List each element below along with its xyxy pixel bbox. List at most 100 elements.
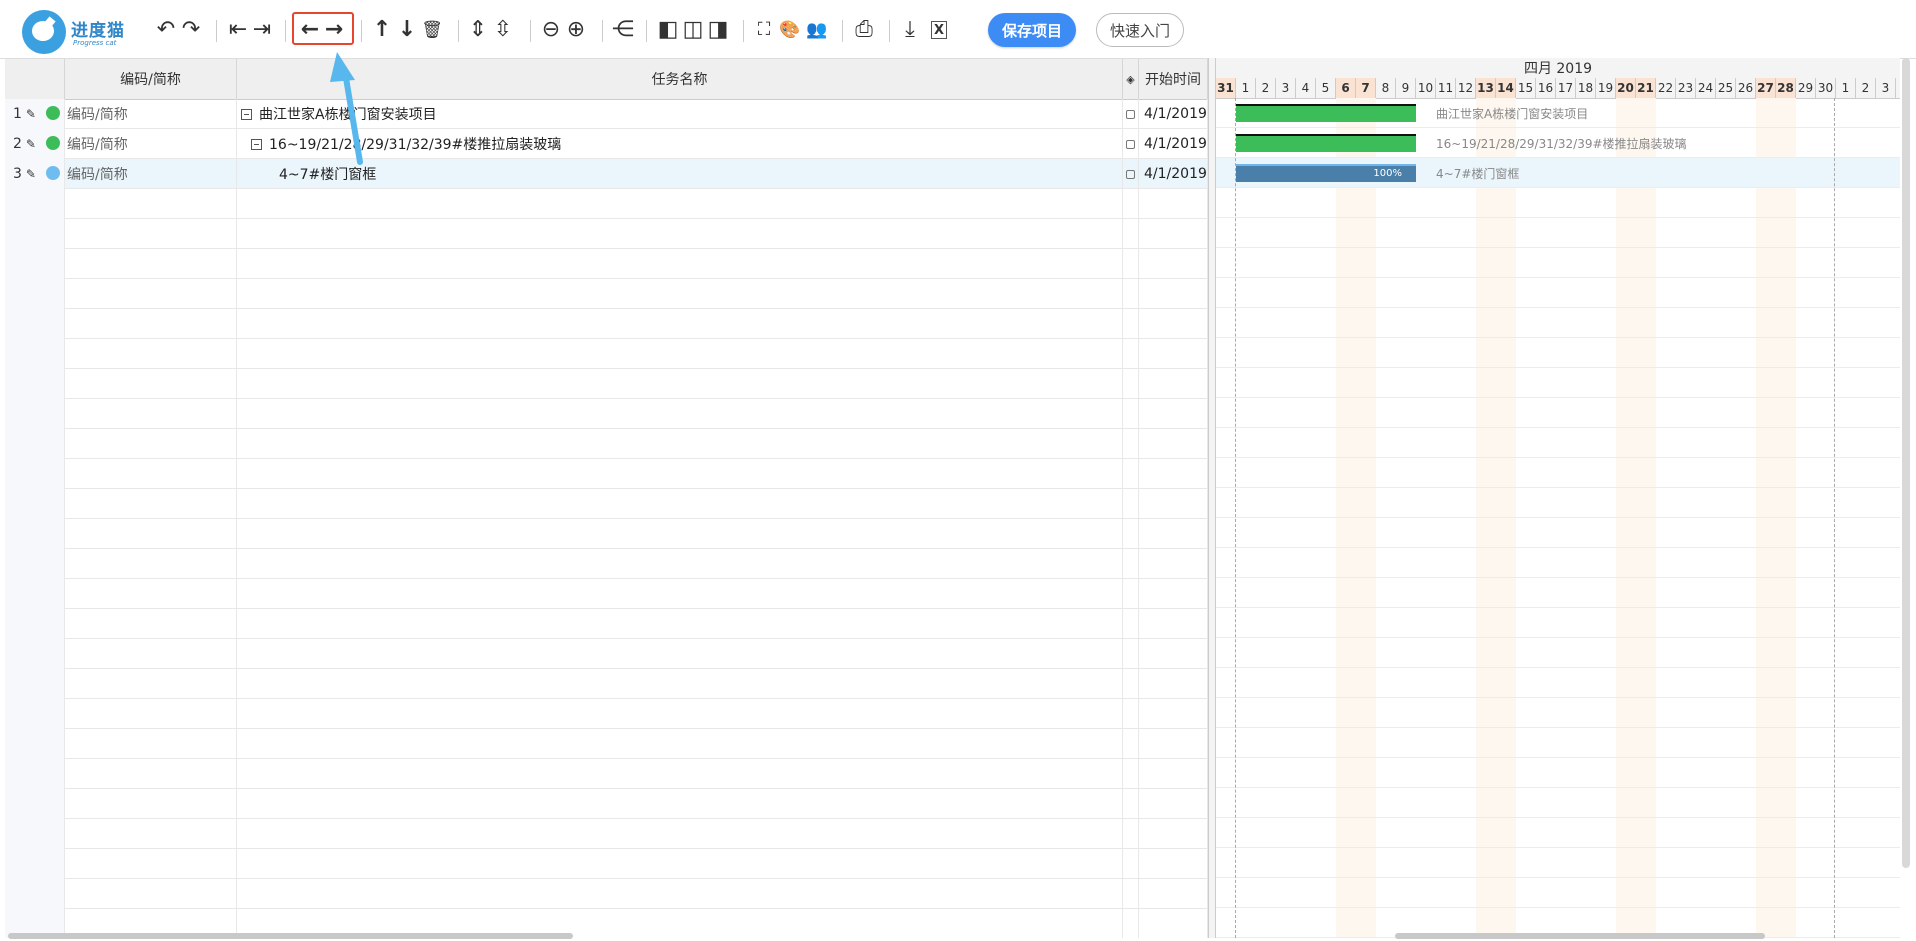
- print-icon[interactable]: ⎙: [852, 17, 876, 43]
- milestone-cell[interactable]: [1123, 639, 1139, 669]
- table-row[interactable]: [5, 789, 1208, 819]
- code-cell[interactable]: [65, 519, 237, 549]
- start-date-cell[interactable]: [1139, 489, 1208, 519]
- task-bar[interactable]: [1236, 104, 1416, 122]
- milestone-cell[interactable]: [1123, 279, 1139, 309]
- task-name-cell[interactable]: [237, 789, 1123, 819]
- milestone-cell[interactable]: [1123, 729, 1139, 759]
- milestone-cell[interactable]: [1123, 249, 1139, 279]
- milestone-cell[interactable]: [1123, 159, 1139, 189]
- code-cell[interactable]: [65, 759, 237, 789]
- task-name-cell[interactable]: [237, 759, 1123, 789]
- task-name-cell[interactable]: [237, 189, 1123, 219]
- milestone-cell[interactable]: [1123, 819, 1139, 849]
- start-date-cell[interactable]: [1139, 369, 1208, 399]
- milestone-cell[interactable]: [1123, 549, 1139, 579]
- start-date-cell[interactable]: [1139, 699, 1208, 729]
- code-cell[interactable]: 编码/简称: [65, 159, 237, 189]
- table-row[interactable]: [5, 519, 1208, 549]
- code-cell[interactable]: [65, 729, 237, 759]
- code-cell[interactable]: [65, 309, 237, 339]
- table-row[interactable]: [5, 369, 1208, 399]
- milestone-cell[interactable]: [1123, 579, 1139, 609]
- start-date-cell[interactable]: 4/1/2019: [1139, 129, 1208, 159]
- start-date-cell[interactable]: [1139, 789, 1208, 819]
- start-date-cell[interactable]: [1139, 729, 1208, 759]
- task-name-cell[interactable]: [237, 579, 1123, 609]
- task-name-cell[interactable]: 曲江世家A栋楼门窗安装项目: [237, 99, 1123, 129]
- edit-icon[interactable]: ✎: [26, 167, 36, 181]
- milestone-cell[interactable]: [1123, 879, 1139, 909]
- undo-icon[interactable]: ↶: [154, 17, 178, 43]
- milestone-cell[interactable]: [1123, 99, 1139, 129]
- table-row[interactable]: [5, 429, 1208, 459]
- table-row[interactable]: [5, 819, 1208, 849]
- milestone-cell[interactable]: [1123, 309, 1139, 339]
- task-name-cell[interactable]: [237, 729, 1123, 759]
- table-row[interactable]: [5, 729, 1208, 759]
- start-date-cell[interactable]: [1139, 309, 1208, 339]
- code-cell[interactable]: [65, 699, 237, 729]
- milestone-cell[interactable]: [1123, 399, 1139, 429]
- code-cell[interactable]: [65, 189, 237, 219]
- table-row[interactable]: [5, 309, 1208, 339]
- header-code[interactable]: 编码/简称: [65, 59, 237, 99]
- code-cell[interactable]: [65, 639, 237, 669]
- gantt-horizontal-scrollbar[interactable]: [1395, 933, 1765, 939]
- start-date-cell[interactable]: [1139, 609, 1208, 639]
- task-name-cell[interactable]: [237, 819, 1123, 849]
- zoom-out-icon[interactable]: ⊖: [539, 17, 563, 43]
- code-cell[interactable]: [65, 819, 237, 849]
- task-name-cell[interactable]: [237, 339, 1123, 369]
- code-cell[interactable]: [65, 579, 237, 609]
- code-cell[interactable]: 编码/简称: [65, 129, 237, 159]
- download-icon[interactable]: ⤓: [898, 17, 922, 43]
- code-cell[interactable]: [65, 789, 237, 819]
- table-row[interactable]: 2 ✎ 编码/简称 16~19/21/28/29/31/32/39#楼推拉扇装玻璃 4/…: [5, 129, 1208, 159]
- code-cell[interactable]: [65, 669, 237, 699]
- collapse-toggle-icon[interactable]: [241, 108, 252, 120]
- start-date-cell[interactable]: [1139, 669, 1208, 699]
- header-milestone-icon[interactable]: ◈: [1123, 59, 1139, 99]
- code-cell[interactable]: [65, 429, 237, 459]
- delete-icon[interactable]: 🗑: [420, 17, 444, 43]
- start-date-cell[interactable]: [1139, 879, 1208, 909]
- table-row[interactable]: 1 ✎ 编码/简称 曲江世家A栋楼门窗安装项目 4/1/2019: [5, 99, 1208, 129]
- milestone-cell[interactable]: [1123, 909, 1139, 938]
- header-task-name[interactable]: 任务名称: [237, 59, 1123, 99]
- people-icon[interactable]: 👥: [805, 17, 829, 43]
- start-date-cell[interactable]: 4/1/2019: [1139, 99, 1208, 129]
- indent-icon[interactable]: ⇥: [250, 17, 274, 43]
- start-date-cell[interactable]: [1139, 279, 1208, 309]
- table-row[interactable]: [5, 609, 1208, 639]
- palette-icon[interactable]: 🎨: [778, 17, 802, 43]
- code-cell[interactable]: [65, 399, 237, 429]
- zoom-in-icon[interactable]: ⊕: [564, 17, 588, 43]
- code-cell[interactable]: [65, 879, 237, 909]
- table-row[interactable]: [5, 579, 1208, 609]
- task-bar[interactable]: [1236, 134, 1416, 152]
- redo-icon[interactable]: ↷: [179, 17, 203, 43]
- table-row[interactable]: [5, 879, 1208, 909]
- milestone-cell[interactable]: [1123, 459, 1139, 489]
- header-start-time[interactable]: 开始时间: [1139, 59, 1208, 99]
- code-cell[interactable]: [65, 339, 237, 369]
- layout-right-icon[interactable]: ◨: [706, 17, 730, 43]
- table-row[interactable]: [5, 189, 1208, 219]
- table-row[interactable]: [5, 759, 1208, 789]
- table-row[interactable]: [5, 489, 1208, 519]
- code-cell[interactable]: [65, 549, 237, 579]
- outdent-icon[interactable]: ⇤: [226, 17, 250, 43]
- table-row[interactable]: [5, 699, 1208, 729]
- task-name-cell[interactable]: [237, 369, 1123, 399]
- table-row[interactable]: [5, 849, 1208, 879]
- task-name-cell[interactable]: [237, 459, 1123, 489]
- milestone-cell[interactable]: [1123, 759, 1139, 789]
- task-name-cell[interactable]: [237, 669, 1123, 699]
- code-cell[interactable]: 编码/简称: [65, 99, 237, 129]
- move-up-icon[interactable]: ↑: [370, 17, 394, 43]
- start-date-cell[interactable]: [1139, 219, 1208, 249]
- table-row[interactable]: [5, 639, 1208, 669]
- milestone-cell[interactable]: [1123, 519, 1139, 549]
- pane-splitter[interactable]: [1208, 58, 1216, 938]
